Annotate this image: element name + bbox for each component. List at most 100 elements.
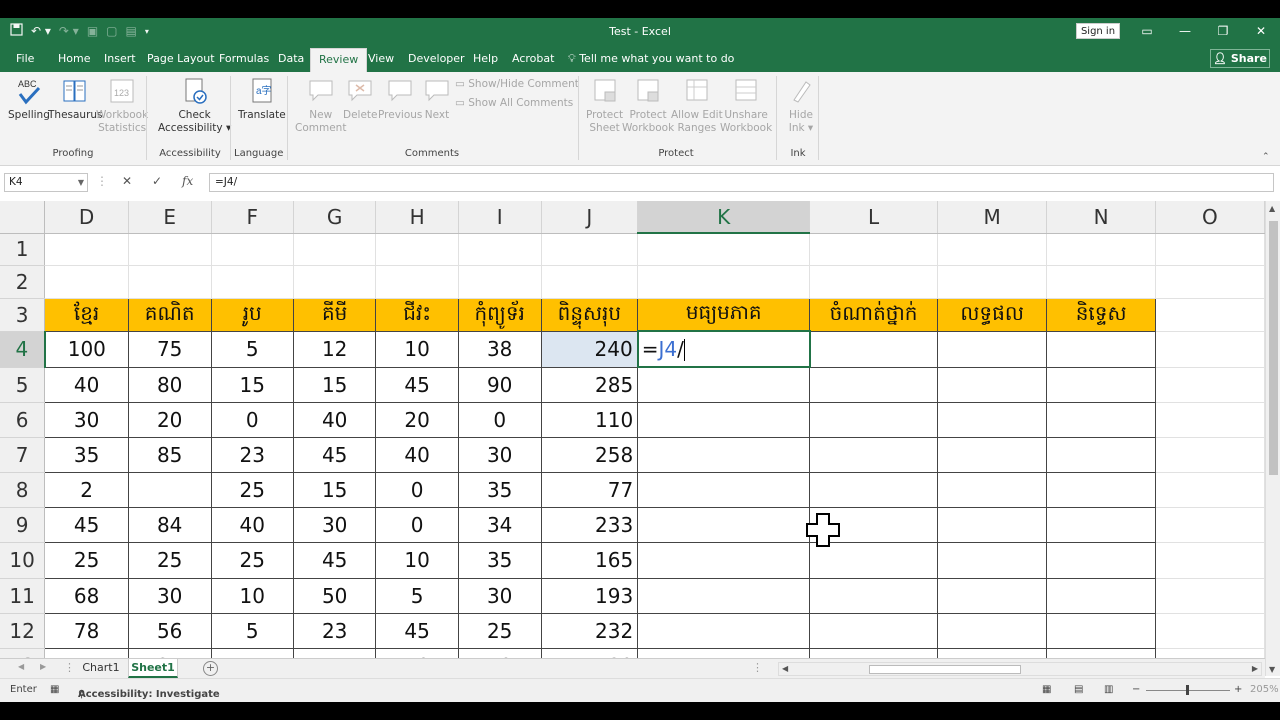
cell-l10[interactable] [809, 541, 938, 579]
column-header-j[interactable]: J [541, 201, 639, 234]
cell-h13[interactable]: 40 [375, 647, 459, 658]
tab-help[interactable]: Help [465, 45, 506, 72]
cell-h8[interactable]: 0 [375, 471, 459, 508]
cell-g6[interactable]: 40 [292, 401, 377, 438]
cell-l5[interactable] [809, 366, 938, 403]
cell-h5[interactable]: 45 [375, 366, 459, 403]
cell-h6[interactable]: 20 [375, 401, 459, 438]
cell-h7[interactable]: 40 [375, 436, 459, 473]
cell-l3[interactable]: ចំណាត់ថ្នាក់ [809, 297, 938, 332]
cell-m7[interactable] [936, 436, 1048, 473]
cell-g12[interactable]: 23 [292, 612, 377, 649]
row-header-5[interactable]: 5 [0, 367, 46, 403]
page-break-view-icon[interactable]: ▥ [1104, 684, 1113, 695]
cell-g8[interactable]: 15 [292, 471, 377, 508]
column-header-g[interactable]: G [293, 201, 377, 234]
cell-f13[interactable]: 15 [210, 647, 294, 658]
cell-i6[interactable]: 0 [457, 401, 542, 438]
cell-i7[interactable]: 30 [457, 436, 542, 473]
cell-o6[interactable] [1155, 402, 1265, 438]
cell-o2[interactable] [1155, 265, 1265, 299]
sign-in-button[interactable]: Sign in [1076, 23, 1120, 39]
cell-f2[interactable] [211, 265, 294, 299]
macro-record-icon[interactable]: ▦ [50, 684, 59, 695]
cell-g2[interactable] [293, 265, 377, 299]
cell-f10[interactable]: 25 [210, 541, 294, 579]
column-header-m[interactable]: M [937, 201, 1048, 234]
tab-review[interactable]: Review [310, 48, 368, 72]
cell-d10[interactable]: 25 [44, 541, 129, 579]
cell-f5[interactable]: 15 [210, 366, 294, 403]
tab-insert[interactable]: Insert [96, 45, 144, 72]
row-header-1[interactable]: 1 [0, 233, 46, 266]
cell-k6[interactable] [637, 401, 811, 438]
cell-o12[interactable] [1155, 613, 1265, 649]
cell-g11[interactable]: 50 [292, 577, 377, 614]
cell-m11[interactable] [936, 577, 1048, 614]
sheet-prev-icon[interactable]: ◀ [18, 662, 24, 671]
cell-o9[interactable] [1155, 507, 1265, 543]
zoom-out-icon[interactable]: − [1132, 684, 1140, 695]
cell-n7[interactable] [1046, 436, 1156, 473]
tab-page-layout[interactable]: Page Layout [139, 45, 223, 72]
cell-d1[interactable] [44, 233, 129, 266]
cell-h10[interactable]: 10 [375, 541, 459, 579]
cell-k7[interactable] [637, 436, 811, 473]
translate-button[interactable]: a字 Translate [238, 76, 286, 122]
cell-d5[interactable]: 40 [44, 366, 129, 403]
thesaurus-button[interactable]: Thesaurus [48, 76, 103, 122]
formula-input[interactable]: =J4/ [209, 173, 1274, 192]
row-header-11[interactable]: 11 [0, 578, 46, 614]
cell-e10[interactable]: 25 [127, 541, 212, 579]
restore-icon[interactable]: ❐ [1204, 18, 1242, 45]
cell-d4[interactable]: 100 [44, 330, 129, 368]
share-button[interactable]: 👤︎ Share [1210, 49, 1270, 68]
cell-h4[interactable]: 10 [375, 330, 459, 368]
cell-d12[interactable]: 78 [44, 612, 129, 649]
cell-g4[interactable]: 12 [292, 330, 377, 368]
tab-view[interactable]: View [360, 45, 402, 72]
hide-ink-button[interactable]: Hide Ink ▾ [786, 76, 816, 135]
cell-i8[interactable]: 35 [457, 471, 542, 508]
minimize-icon[interactable]: — [1166, 18, 1204, 45]
cell-h11[interactable]: 5 [375, 577, 459, 614]
cell-d6[interactable]: 30 [44, 401, 129, 438]
cell-j10[interactable]: 165 [540, 541, 639, 579]
cell-f3[interactable]: រូប [210, 297, 294, 332]
cell-e3[interactable]: គណិត [127, 297, 212, 332]
cell-j8[interactable]: 77 [540, 471, 639, 508]
spelling-button[interactable]: ABC Spelling [8, 76, 50, 122]
cell-e11[interactable]: 30 [127, 577, 212, 614]
row-header-9[interactable]: 9 [0, 507, 46, 543]
cell-e9[interactable]: 84 [127, 506, 212, 543]
cell-e2[interactable] [128, 265, 212, 299]
cell-d7[interactable]: 35 [44, 436, 129, 473]
cell-j1[interactable] [541, 233, 639, 266]
row-header-7[interactable]: 7 [0, 437, 46, 473]
cell-k11[interactable] [637, 577, 811, 614]
cell-g10[interactable]: 45 [292, 541, 377, 579]
cell-n8[interactable] [1046, 471, 1156, 508]
cell-d2[interactable] [44, 265, 129, 299]
cell-j2[interactable] [541, 265, 639, 299]
tab-file[interactable]: File [8, 45, 42, 72]
ribbon-display-icon[interactable]: ▭ [1128, 18, 1166, 45]
column-header-h[interactable]: H [375, 201, 459, 234]
column-header-d[interactable]: D [44, 201, 129, 234]
next-comment-button[interactable]: Next [422, 76, 452, 122]
cell-f6[interactable]: 0 [210, 401, 294, 438]
cell-k1[interactable] [637, 233, 811, 266]
sheet-tab-sheet1[interactable]: Sheet1 [128, 659, 178, 678]
cell-l1[interactable] [809, 233, 938, 266]
spreadsheet-grid[interactable]: D E F G H I J K L M N O 1 2 3 ខ្មែរ គណិត រូបគ… [0, 201, 1265, 658]
cell-k2[interactable] [637, 265, 811, 299]
cell-o3[interactable] [1155, 298, 1265, 332]
cell-e6[interactable]: 20 [127, 401, 212, 438]
close-icon[interactable]: ✕ [1242, 18, 1280, 45]
scroll-down-icon[interactable]: ▼ [1269, 665, 1275, 674]
cell-h9[interactable]: 0 [375, 506, 459, 543]
cell-n6[interactable] [1046, 401, 1156, 438]
cell-d11[interactable]: 68 [44, 577, 129, 614]
cell-f9[interactable]: 40 [210, 506, 294, 543]
cell-d13[interactable]: 45 [44, 647, 129, 658]
